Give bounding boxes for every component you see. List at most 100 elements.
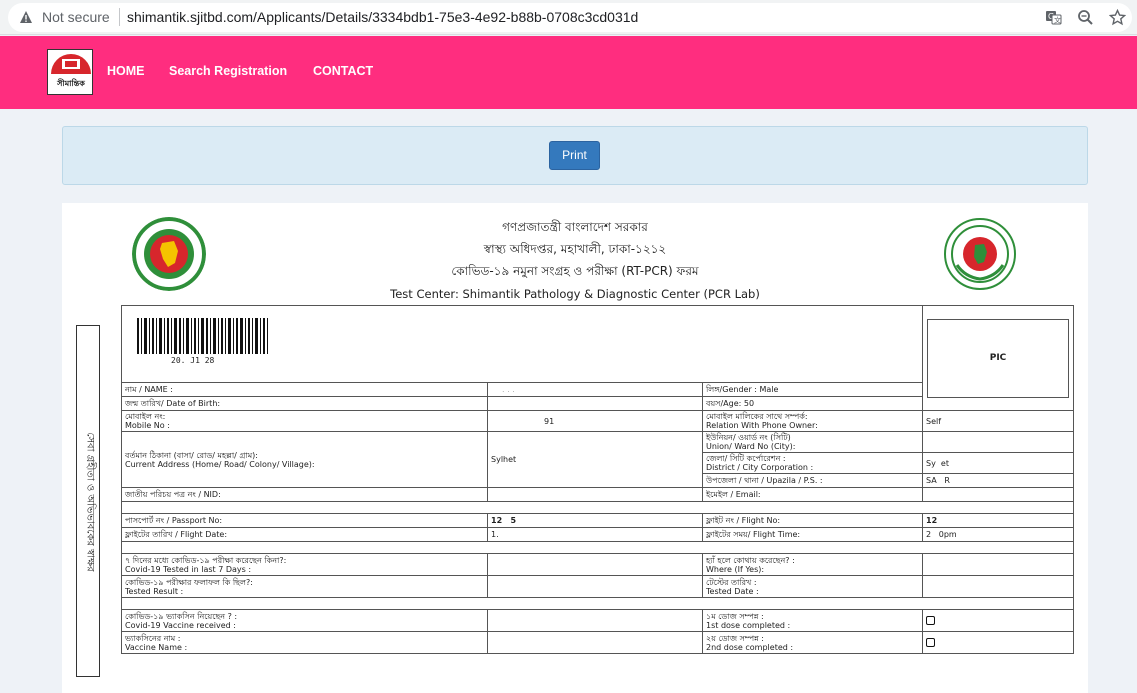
vaccine-label-en: Covid-19 Vaccine received : (125, 620, 236, 630)
header-test-center: Test Center: Shimantik Pathology & Diagn… (390, 287, 760, 301)
union-label-en: Union/ Ward No (City): (706, 442, 796, 451)
barcode-icon (137, 318, 268, 354)
name-value: . . . (487, 382, 703, 397)
where-label: হ্যাঁ হলে কোথায় করেছেন? : Where (If Yes… (701, 553, 924, 576)
photo-cell: PIC (922, 305, 1075, 411)
bookmark-star-icon[interactable] (1109, 9, 1126, 26)
nav-home[interactable]: HOME (107, 64, 145, 78)
signature-label: সেবা গ্রহীতা ও অভিভাবকের স্বাক্ষর (84, 432, 96, 572)
result-label: কোভিড-১৯ পরীক্ষার ফলাফল কি ছিল?: Tested … (121, 575, 488, 598)
flight-value: 12 (922, 513, 1075, 528)
result-label-en: Tested Result : (125, 586, 184, 596)
vaccine-label: কোভিড-১৯ ভ্যাকসিন নিয়েছেন ? : Covid-19 … (121, 609, 488, 632)
svg-text:文: 文 (1054, 16, 1061, 25)
email-value (922, 487, 1075, 502)
address-label-en: Current Address (Home/ Road/ Colony/ Vil… (125, 459, 315, 469)
translate-icon[interactable]: G 文 (1045, 9, 1062, 26)
form-table: 20. J1 28 PIC নাম / NAME : . . . লিঙ্গ/G… (120, 305, 1075, 654)
mobile-label-bn: মোবাইল নং: (125, 412, 166, 421)
browser-toolbar: Not secure shimantik.sjitbd.com/Applican… (0, 0, 1137, 35)
tested7-label: ৭ দিনের মধ্যে কোভিড-১৯ পরীক্ষা করেছেন কি… (121, 553, 488, 576)
dose2-checkbox[interactable] (926, 638, 936, 647)
result-label-bn: কোভিড-১৯ পরীক্ষার ফলাফল কি ছিল?: (125, 577, 253, 587)
nid-label: জাতীয় পরিচয় পত্র নং / NID: (121, 487, 488, 502)
vaccine-name-label: ভ্যাকসিনের নাম : Vaccine Name : (121, 631, 488, 654)
site-navbar: সীমান্তিক HOME Search Registration CONTA… (0, 36, 1137, 109)
dose1-label-en: 1st dose completed : (706, 620, 791, 630)
flight-date-value: 1. (487, 527, 703, 542)
tested-date-label: টেস্টের তারিখ : Tested Date : (701, 575, 924, 598)
where-label-bn: হ্যাঁ হলে কোথায় করেছেন? : (706, 555, 795, 565)
address-label: বর্তমান ঠিকানা (বাসা/ রোড/ মহল্লা/ গ্রাম… (121, 431, 488, 488)
result-value (487, 575, 703, 598)
header-directorate: স্বাস্থ্য অধিদপ্তর, মহাখালী, ঢাকা-১২১২ (483, 242, 667, 256)
vaccine-name-label-bn: ভ্যাকসিনের নাম : (125, 633, 181, 643)
nav-search-registration[interactable]: Search Registration (169, 64, 287, 78)
url-text[interactable]: shimantik.sjitbd.com/Applicants/Details/… (127, 9, 638, 25)
relation-value: Self (922, 410, 1075, 432)
gender-label: লিঙ্গ/Gender : Male (701, 382, 924, 397)
barcode-number: 20. J1 28 (171, 356, 215, 365)
vaccine-name-label-en: Vaccine Name : (125, 642, 188, 652)
tested-date-value (922, 575, 1075, 598)
district-value: Sy et (922, 452, 1075, 474)
district-label: জেলা/ সিটি কর্পোরেশন : District / City C… (701, 452, 924, 474)
url-separator (119, 8, 120, 26)
barcode-cell: 20. J1 28 (120, 305, 924, 383)
dose1-label: ১ম ডোজ সম্পন্ন : 1st dose completed : (701, 609, 924, 632)
vaccine-name-value (487, 631, 703, 654)
address-bar[interactable]: Not secure shimantik.sjitbd.com/Applican… (8, 3, 1132, 32)
security-status[interactable]: Not secure (42, 9, 110, 25)
vaccine-label-bn: কোভিড-১৯ ভ্যাকসিন নিয়েছেন ? : (125, 611, 238, 621)
age-label: বয়স/Age: 50 (701, 396, 924, 411)
union-value (922, 431, 1075, 453)
where-value (922, 553, 1075, 576)
union-label: ইউনিয়ন/ ওয়ার্ড নং (সিটি) Union/ Ward N… (701, 431, 924, 453)
site-logo[interactable]: সীমান্তিক (47, 49, 93, 95)
photo-placeholder: PIC (927, 318, 1070, 398)
logo-text: সীমান্তিক (57, 79, 85, 88)
dose2-label-en: 2nd dose completed : (706, 642, 794, 652)
header-govt: গণপ্রজাতন্ত্রী বাংলাদেশ সরকার (502, 220, 648, 234)
where-label-en: Where (If Yes): (706, 564, 765, 574)
relation-label-bn: মোবাইল মালিকের সাথে সম্পর্ক: (706, 412, 808, 421)
nav-contact[interactable]: CONTACT (313, 64, 373, 78)
flight-time-label: ফ্লাইটের সময়/ Flight Time: (701, 527, 924, 542)
spacer-row (120, 541, 1075, 554)
tested7-value (487, 553, 703, 576)
warning-icon[interactable] (19, 10, 33, 24)
passport-value: 12 5 (487, 513, 703, 528)
nid-value (487, 487, 703, 502)
district-label-bn: জেলা/ সিটি কর্পোরেশন : (706, 454, 786, 463)
dose2-label-bn: ২য় ডোজ সম্পন্ন : (706, 633, 764, 643)
zoom-icon[interactable] (1077, 9, 1094, 26)
passport-label: পাসপোর্ট নং / Passport No: (121, 513, 488, 528)
relation-label-en: Relation With Phone Owner: (706, 421, 818, 430)
covid-form: গণপ্রজাতন্ত্রী বাংলাদেশ সরকার স্বাস্থ্য … (62, 203, 1088, 693)
flight-date-label: ফ্লাইটের তারিখ / Flight Date: (121, 527, 488, 542)
dob-value (487, 396, 703, 411)
spacer-row (120, 501, 1075, 514)
signature-box: সেবা গ্রহীতা ও অভিভাবকের স্বাক্ষর (76, 325, 100, 677)
union-label-bn: ইউনিয়ন/ ওয়ার্ড নং (সিটি) (706, 433, 791, 442)
mobile-label: মোবাইল নং: Mobile No : (121, 410, 488, 432)
tested7-label-bn: ৭ দিনের মধ্যে কোভিড-১৯ পরীক্ষা করেছেন কি… (125, 555, 287, 565)
address-value: Sylhet (487, 431, 703, 488)
print-panel: Print (62, 126, 1088, 185)
name-label: নাম / NAME : (121, 382, 488, 397)
spacer-row (120, 597, 1075, 610)
flight-label: ফ্লাইট নং / Flight No: (701, 513, 924, 528)
email-label: ইমেইল / Email: (701, 487, 924, 502)
district-label-en: District / City Corporation : (706, 463, 814, 472)
mobile-value: 91 (487, 410, 703, 432)
tested-date-label-bn: টেস্টের তারিখ : (706, 577, 757, 587)
relation-label: মোবাইল মালিকের সাথে সম্পর্ক: Relation Wi… (701, 410, 924, 432)
tested7-label-en: Covid-19 Tested in last 7 Days : (125, 564, 252, 574)
print-button[interactable]: Print (549, 141, 600, 170)
flight-time-value: 2 0pm (922, 527, 1075, 542)
address-label-bn: বর্তমান ঠিকানা (বাসা/ রোড/ মহল্লা/ গ্রাম… (125, 450, 258, 460)
dose2-label: ২য় ডোজ সম্পন্ন : 2nd dose completed : (701, 631, 924, 654)
tested-date-label-en: Tested Date : (706, 586, 759, 596)
dose1-checkbox[interactable] (926, 616, 936, 625)
dose2-checkbox-cell (922, 631, 1075, 654)
